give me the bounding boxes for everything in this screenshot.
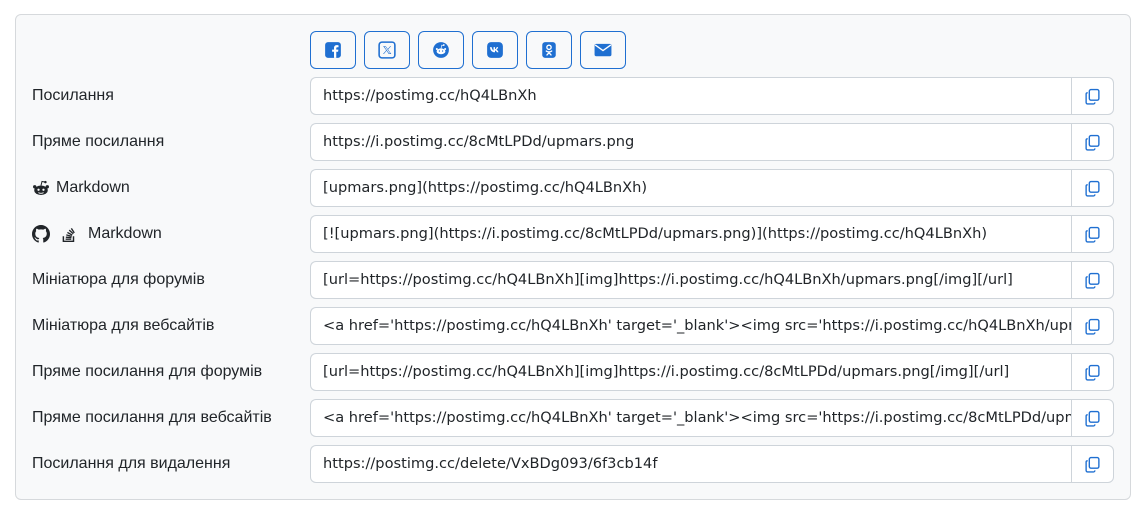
link-field-group: [url=https://postimg.cc/hQ4LBnXh][img]ht… xyxy=(310,261,1114,299)
row-label-text: Markdown xyxy=(88,225,162,242)
email-icon xyxy=(594,41,612,59)
link-field-group: https://postimg.cc/hQ4LBnXh xyxy=(310,77,1114,115)
link-row: Пряме посилання для форумів [url=https:/… xyxy=(16,353,1130,391)
copy-button[interactable] xyxy=(1071,169,1114,207)
row-label: Мініатюра для вебсайтів xyxy=(32,307,214,345)
row-label-text: Пряме посилання для форумів xyxy=(32,363,263,380)
copy-icon xyxy=(1084,410,1101,427)
link-input[interactable]: [![upmars.png](https://i.postimg.cc/8cMt… xyxy=(310,215,1071,253)
link-row: Мініатюра для форумів [url=https://posti… xyxy=(16,261,1130,299)
link-input[interactable]: [url=https://postimg.cc/hQ4LBnXh][img]ht… xyxy=(310,261,1071,299)
copy-button[interactable] xyxy=(1071,215,1114,253)
stackoverflow-icon xyxy=(60,225,78,243)
row-label: Пряме посилання для форумів xyxy=(32,353,262,391)
share-odnoklassniki-button[interactable] xyxy=(526,31,572,69)
copy-button[interactable] xyxy=(1071,123,1114,161)
link-row: Markdown [upmars.png](https://postimg.cc… xyxy=(16,169,1130,207)
copy-button[interactable] xyxy=(1071,399,1114,437)
copy-icon xyxy=(1084,364,1101,381)
link-input[interactable]: <a href='https://postimg.cc/hQ4LBnXh' ta… xyxy=(310,399,1071,437)
copy-icon xyxy=(1084,88,1101,105)
link-input[interactable]: https://postimg.cc/hQ4LBnXh xyxy=(310,77,1071,115)
link-field-group: [upmars.png](https://postimg.cc/hQ4LBnXh… xyxy=(310,169,1114,207)
row-label-text: Посилання для видалення xyxy=(32,455,231,472)
link-row: Посилання для видалення https://postimg.… xyxy=(16,445,1130,483)
row-label: Markdown xyxy=(32,169,130,207)
odnoklassniki-icon xyxy=(540,41,558,59)
reddit-icon xyxy=(32,179,50,197)
share-reddit-button[interactable] xyxy=(418,31,464,69)
link-input[interactable]: [url=https://postimg.cc/hQ4LBnXh][img]ht… xyxy=(310,353,1071,391)
share-email-button[interactable] xyxy=(580,31,626,69)
link-row: Пряме посилання https://i.postimg.cc/8cM… xyxy=(16,123,1130,161)
link-input[interactable]: https://postimg.cc/delete/VxBDg093/6f3cb… xyxy=(310,445,1071,483)
link-field-group: https://i.postimg.cc/8cMtLPDd/upmars.png xyxy=(310,123,1114,161)
link-input[interactable]: <a href='https://postimg.cc/hQ4LBnXh' ta… xyxy=(310,307,1071,345)
link-field-group: [![upmars.png](https://i.postimg.cc/8cMt… xyxy=(310,215,1114,253)
copy-icon xyxy=(1084,456,1101,473)
share-buttons xyxy=(310,31,626,69)
link-input[interactable]: [upmars.png](https://postimg.cc/hQ4LBnXh… xyxy=(310,169,1071,207)
row-label: Пряме посилання для вебсайтів xyxy=(32,399,272,437)
share-facebook-button[interactable] xyxy=(310,31,356,69)
copy-icon xyxy=(1084,134,1101,151)
row-label-text: Markdown xyxy=(56,179,130,196)
link-row: Мініатюра для вебсайтів <a href='https:/… xyxy=(16,307,1130,345)
copy-button[interactable] xyxy=(1071,445,1114,483)
link-input[interactable]: https://i.postimg.cc/8cMtLPDd/upmars.png xyxy=(310,123,1071,161)
facebook-icon xyxy=(324,41,342,59)
copy-button[interactable] xyxy=(1071,261,1114,299)
row-label-text: Мініатюра для вебсайтів xyxy=(32,317,215,334)
copy-icon xyxy=(1084,226,1101,243)
row-label: Посилання для видалення xyxy=(32,445,230,483)
share-x-button[interactable] xyxy=(364,31,410,69)
row-label-text: Пряме посилання для вебсайтів xyxy=(32,409,272,426)
copy-icon xyxy=(1084,272,1101,289)
row-label-text: Мініатюра для форумів xyxy=(32,271,205,288)
share-links-panel: Посилання https://postimg.cc/hQ4LBnXh Пр… xyxy=(15,14,1131,500)
copy-icon xyxy=(1084,318,1101,335)
link-row: Markdown [![upmars.png](https://i.postim… xyxy=(16,215,1130,253)
link-field-group: <a href='https://postimg.cc/hQ4LBnXh' ta… xyxy=(310,307,1114,345)
link-row: Посилання https://postimg.cc/hQ4LBnXh xyxy=(16,77,1130,115)
row-label: Markdown xyxy=(32,215,162,253)
github-icon xyxy=(32,225,50,243)
row-label: Мініатюра для форумів xyxy=(32,261,205,299)
row-label-text: Пряме посилання xyxy=(32,133,165,150)
row-label: Посилання xyxy=(32,77,114,115)
link-field-group: [url=https://postimg.cc/hQ4LBnXh][img]ht… xyxy=(310,353,1114,391)
link-field-group: <a href='https://postimg.cc/hQ4LBnXh' ta… xyxy=(310,399,1114,437)
copy-icon xyxy=(1084,180,1101,197)
link-row: Пряме посилання для вебсайтів <a href='h… xyxy=(16,399,1130,437)
copy-button[interactable] xyxy=(1071,353,1114,391)
share-vk-button[interactable] xyxy=(472,31,518,69)
copy-button[interactable] xyxy=(1071,77,1114,115)
vk-icon xyxy=(486,41,504,59)
reddit-icon xyxy=(432,41,450,59)
x-twitter-icon xyxy=(378,41,396,59)
row-label: Пряме посилання xyxy=(32,123,164,161)
row-label-text: Посилання xyxy=(32,87,114,104)
copy-button[interactable] xyxy=(1071,307,1114,345)
link-field-group: https://postimg.cc/delete/VxBDg093/6f3cb… xyxy=(310,445,1114,483)
